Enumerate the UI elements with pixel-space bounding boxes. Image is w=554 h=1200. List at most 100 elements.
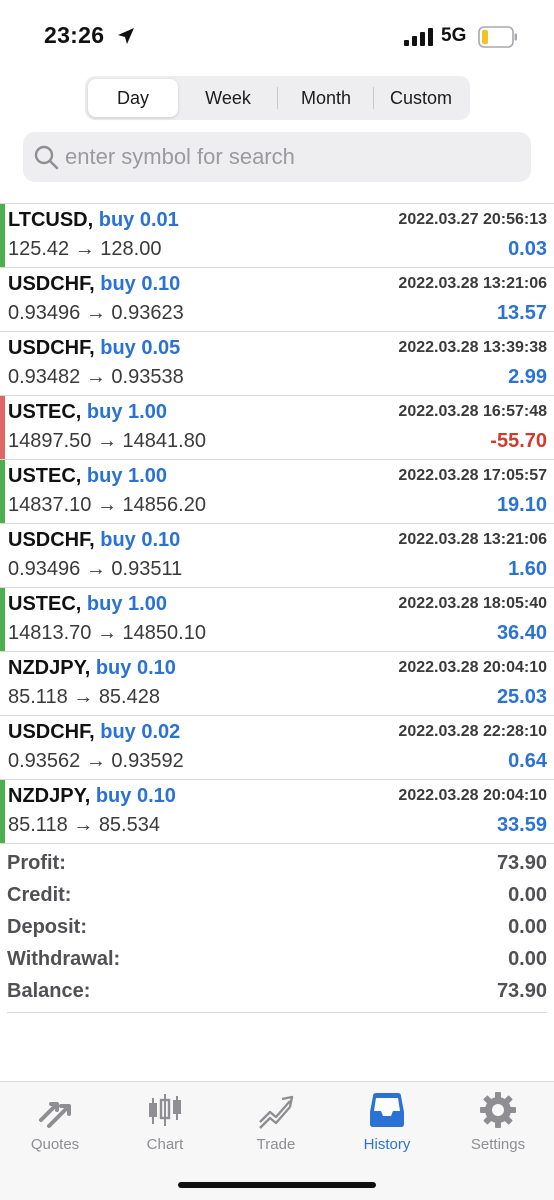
tab-chart[interactable]: Chart <box>110 1090 220 1158</box>
deal-title: USDCHF, buy 0.05 <box>8 337 180 360</box>
deal-symbol: NZDJPY <box>8 657 85 679</box>
deal-close-price: 85.534 <box>98 814 160 836</box>
deal-open-price: 0.93562 <box>8 750 81 772</box>
deal-profit: 1.60 <box>508 558 547 580</box>
deal-close-price: 128.00 <box>100 238 162 260</box>
deal-time: 2022.03.28 18:05:40 <box>398 595 547 612</box>
tab-week[interactable]: Week <box>181 79 275 117</box>
deal-open-price: 85.118 <box>8 814 68 836</box>
summary-value: 0.00 <box>508 916 547 938</box>
cellular-signal-icon <box>404 28 433 46</box>
deal-open-price: 14813.70 <box>8 622 92 644</box>
search-input[interactable] <box>65 132 515 182</box>
summary-value: 0.00 <box>508 884 547 906</box>
deal-profit: 13.57 <box>496 302 547 324</box>
deal-side: buy 0.01 <box>98 209 179 231</box>
deal-separator: , <box>89 529 101 551</box>
status-bar: 23:26 5G <box>0 0 554 72</box>
tab-label: History <box>363 1136 411 1153</box>
deal-row[interactable]: USDCHF, buy 0.10 2022.03.28 13:21:06 0.934… <box>0 268 554 332</box>
segment-divider <box>277 87 278 109</box>
deal-time: 2022.03.28 22:28:10 <box>398 723 547 740</box>
deal-side: buy 0.02 <box>100 721 181 743</box>
search-icon <box>34 145 59 170</box>
deal-separator: , <box>89 273 101 295</box>
candlestick-chart-icon <box>149 1094 181 1126</box>
price-arrow: → <box>74 238 95 260</box>
tab-trade[interactable]: Trade <box>221 1090 331 1158</box>
deal-title: USTEC, buy 1.00 <box>8 401 167 424</box>
tab-custom[interactable]: Custom <box>375 79 467 117</box>
tab-month[interactable]: Month <box>279 79 373 117</box>
deal-close-price: 14850.10 <box>122 622 206 644</box>
deal-prices: 14837.10 → 14856.20 <box>8 494 206 517</box>
deal-row[interactable]: USDCHF, buy 0.10 2022.03.28 13:21:06 0.934… <box>0 524 554 588</box>
tab-label: Chart <box>146 1136 184 1153</box>
deal-title: USDCHF, buy 0.10 <box>8 529 180 552</box>
deal-prices: 0.93496 → 0.93623 <box>8 302 184 325</box>
deal-row[interactable]: USTEC, buy 1.00 2022.03.28 16:57:48 14897.… <box>0 396 554 460</box>
deal-title: LTCUSD, buy 0.01 <box>8 209 179 232</box>
deal-open-price: 14837.10 <box>8 494 92 516</box>
deal-row[interactable]: NZDJPY, buy 0.10 2022.03.28 20:04:10 85.11… <box>0 652 554 716</box>
deal-close-price: 0.93623 <box>111 302 184 324</box>
tab-label: Trade <box>256 1136 296 1153</box>
deal-profit: 2.99 <box>508 366 547 388</box>
deal-close-price: 0.93511 <box>111 558 183 580</box>
status-time: 23:26 <box>44 22 105 48</box>
deal-open-price: 85.118 <box>8 686 68 708</box>
deal-time: 2022.03.28 13:39:38 <box>398 339 547 356</box>
settings-gear-icon <box>480 1092 516 1128</box>
price-arrow: → <box>96 494 117 516</box>
deal-prices: 0.93562 → 0.93592 <box>8 750 184 773</box>
deal-row[interactable]: LTCUSD, buy 0.01 2022.03.27 20:56:13 125.4… <box>0 204 554 268</box>
deal-profit: 0.03 <box>508 238 547 260</box>
deal-close-price: 0.93592 <box>111 750 184 772</box>
deal-profit: 36.40 <box>496 622 547 644</box>
tab-quotes[interactable]: Quotes <box>0 1090 110 1158</box>
deal-symbol: USTEC <box>8 401 76 423</box>
deal-side: buy 0.10 <box>100 273 181 295</box>
account-summary: Profit: 73.90 Credit: 0.00 Deposit: 0.00 Withd… <box>7 852 547 1012</box>
deal-separator: , <box>75 465 87 487</box>
summary-divider <box>7 1012 547 1013</box>
deal-profit: 33.59 <box>496 814 547 836</box>
deal-prices: 0.93482 → 0.93538 <box>8 366 184 389</box>
price-arrow: → <box>85 302 106 324</box>
deal-symbol: USDCHF <box>8 273 90 295</box>
summary-label: Profit: <box>7 852 66 874</box>
deal-side: buy 1.00 <box>86 593 167 615</box>
deal-close-price: 0.93538 <box>111 366 184 388</box>
tab-history[interactable]: History <box>332 1090 442 1158</box>
deal-row[interactable]: USDCHF, buy 0.02 2022.03.28 22:28:10 0.935… <box>0 716 554 780</box>
summary-value: 73.90 <box>496 852 547 874</box>
deal-profit: -55.70 <box>490 430 547 452</box>
deal-title: NZDJPY, buy 0.10 <box>8 657 176 680</box>
quotes-arrows-icon <box>39 1102 71 1128</box>
tab-day[interactable]: Day <box>88 79 178 117</box>
deal-profit: 0.64 <box>508 750 547 772</box>
history-inbox-icon <box>370 1093 404 1127</box>
deal-title: USTEC, buy 1.00 <box>8 593 167 616</box>
deal-row[interactable]: NZDJPY, buy 0.10 2022.03.28 20:04:10 85.11… <box>0 780 554 844</box>
deal-row[interactable]: USTEC, buy 1.00 2022.03.28 17:05:57 14837.… <box>0 460 554 524</box>
segment-divider <box>373 87 374 109</box>
deal-row[interactable]: USDCHF, buy 0.05 2022.03.28 13:39:38 0.934… <box>0 332 554 396</box>
deal-separator: , <box>84 785 96 807</box>
deal-row[interactable]: USTEC, buy 1.00 2022.03.28 18:05:40 14813.… <box>0 588 554 652</box>
tab-settings[interactable]: Settings <box>443 1090 553 1158</box>
deal-separator: , <box>87 209 99 231</box>
deal-time: 2022.03.28 16:57:48 <box>398 403 547 420</box>
deal-result-marker <box>0 588 5 651</box>
deal-separator: , <box>84 657 96 679</box>
network-label: 5G <box>441 25 467 46</box>
location-arrow-icon <box>118 28 134 44</box>
deal-time: 2022.03.28 13:21:06 <box>398 275 547 292</box>
deal-open-price: 125.42 <box>8 238 70 260</box>
deal-result-marker <box>0 460 5 523</box>
search-bar[interactable] <box>23 132 531 182</box>
summary-row: Credit: 0.00 <box>7 884 547 916</box>
deal-result-marker <box>0 652 5 715</box>
deal-title: USDCHF, buy 0.10 <box>8 273 180 296</box>
trade-trend-icon <box>259 1095 294 1129</box>
